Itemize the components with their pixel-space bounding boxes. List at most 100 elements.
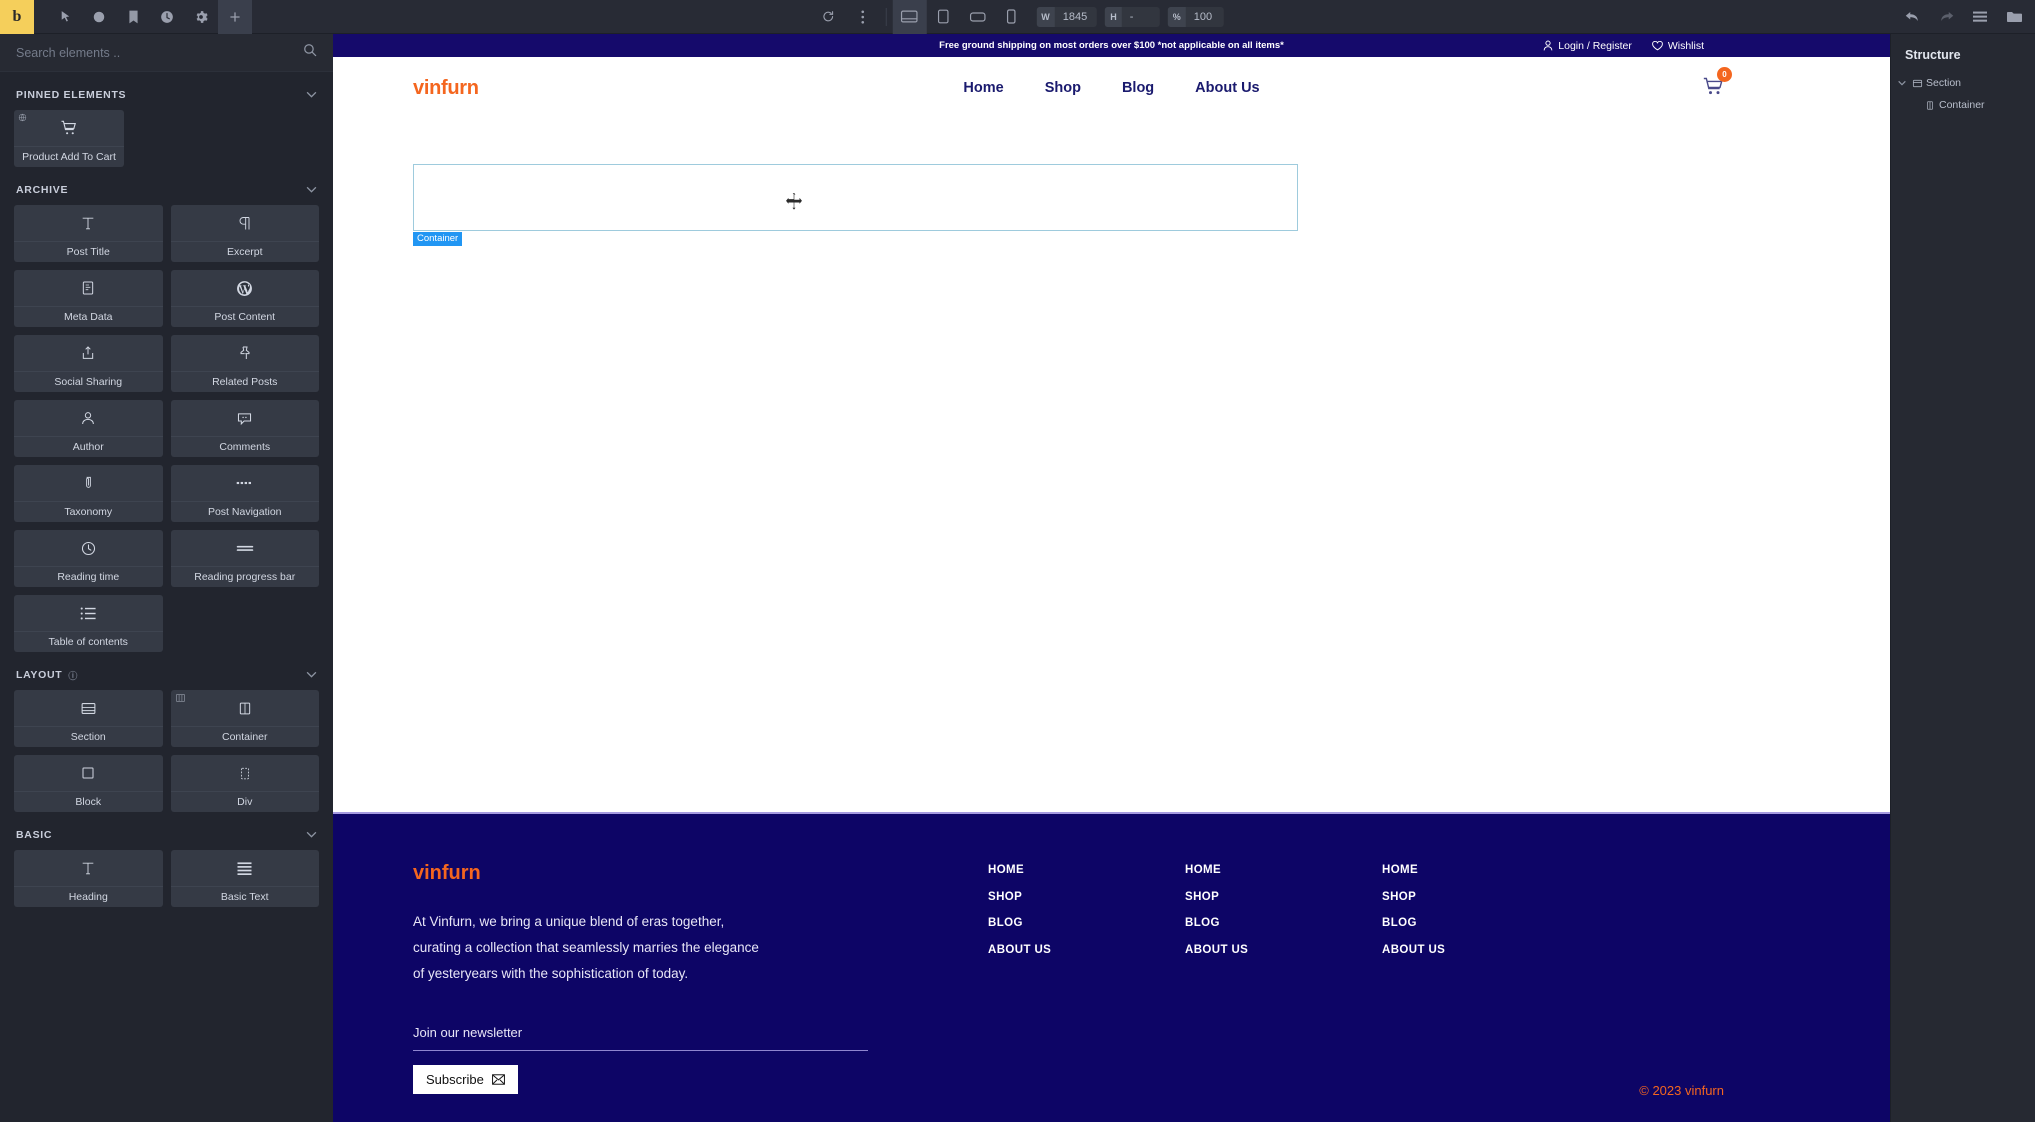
footer-link-home[interactable]: HOME [988, 864, 1185, 876]
canvas-height-field[interactable]: H - [1105, 6, 1160, 27]
element-card[interactable]: Heading [14, 850, 163, 907]
desktop-icon[interactable] [892, 0, 927, 34]
element-card[interactable]: Reading progress bar [170, 530, 319, 587]
nav-link-home[interactable]: Home [963, 80, 1003, 96]
group-header-layout[interactable]: LAYOUT ⓘ [0, 660, 333, 690]
zoom-label: % [1167, 6, 1186, 27]
columns-icon [175, 693, 186, 703]
promo-text: Free ground shipping on most orders over… [939, 40, 1284, 51]
canvas-width-field[interactable]: W 1845 [1036, 6, 1098, 27]
subscribe-button[interactable]: Subscribe [413, 1065, 518, 1094]
refresh-icon[interactable] [811, 0, 845, 34]
nav-link-about-us[interactable]: About Us [1195, 80, 1259, 96]
folder-icon[interactable] [1997, 0, 2031, 34]
redo-icon[interactable] [1929, 0, 1963, 34]
chevron-down-icon[interactable] [306, 184, 317, 196]
footer-column: HOME SHOP BLOG ABOUT US [1382, 862, 1579, 1122]
search-icon[interactable] [303, 43, 317, 62]
element-card[interactable]: Post Content [170, 270, 319, 327]
group-header-pinned[interactable]: PINNED ELEMENTS [0, 80, 333, 110]
element-card[interactable]: Table of contents [14, 595, 163, 652]
site-logo[interactable]: vinfurn [413, 77, 479, 100]
footer-link-home[interactable]: HOME [1185, 864, 1382, 876]
container-icon [170, 690, 319, 727]
tablet-portrait-icon[interactable] [926, 0, 960, 34]
chevron-down-icon[interactable] [306, 669, 317, 681]
search-input[interactable] [16, 45, 303, 60]
wishlist-link[interactable]: Wishlist [1652, 40, 1704, 52]
width-value[interactable]: 1845 [1055, 7, 1097, 27]
chevron-down-icon[interactable] [306, 89, 317, 101]
footer-link-shop[interactable]: SHOP [1185, 891, 1382, 903]
element-label: Author [72, 441, 104, 453]
element-grid-archive: Post Title Excerpt Meta Data Post Content So… [0, 205, 333, 652]
element-card[interactable]: Excerpt [170, 205, 319, 262]
element-label: Excerpt [226, 246, 263, 258]
login-register-label: Login / Register [1558, 39, 1632, 52]
tablet-landscape-icon[interactable] [960, 0, 994, 34]
tree-node-section[interactable]: Section [1891, 72, 2035, 94]
footer-link-blog[interactable]: BLOG [1382, 917, 1579, 929]
newsletter-input[interactable] [413, 1050, 868, 1051]
login-register-link[interactable]: Login / Register [1543, 40, 1632, 52]
nav-link-blog[interactable]: Blog [1122, 80, 1154, 96]
element-card[interactable]: Block [14, 755, 163, 812]
metadata-icon [14, 270, 163, 307]
mobile-icon[interactable] [994, 0, 1028, 34]
element-card[interactable]: Social Sharing [14, 335, 163, 392]
element-card[interactable]: Post Navigation [170, 465, 319, 522]
search-row [0, 34, 333, 72]
lines-icon [170, 850, 319, 887]
footer-link-about-us[interactable]: ABOUT US [1382, 944, 1579, 956]
undo-icon[interactable] [1895, 0, 1929, 34]
element-card[interactable]: Taxonomy [14, 465, 163, 522]
element-card[interactable]: Meta Data [14, 270, 163, 327]
page-canvas[interactable]: Free ground shipping on most orders over… [333, 34, 1890, 1122]
info-icon[interactable]: ⓘ [68, 669, 78, 682]
nav-link-shop[interactable]: Shop [1045, 80, 1081, 96]
footer-link-blog[interactable]: BLOG [1185, 917, 1382, 929]
element-label: Taxonomy [64, 506, 113, 518]
selected-container[interactable] [413, 164, 1298, 231]
element-card[interactable]: Reading time [14, 530, 163, 587]
element-card[interactable]: Section [14, 690, 163, 747]
shopping-cart-icon [14, 110, 124, 147]
cart-button[interactable]: 0 [1702, 66, 1732, 101]
tree-node-container[interactable]: Container [1891, 94, 2035, 116]
gear-icon[interactable] [184, 0, 218, 34]
element-card[interactable]: Container [170, 690, 319, 747]
chevron-down-icon[interactable] [306, 829, 317, 841]
pin-icon [170, 335, 319, 372]
element-card[interactable]: Comments [170, 400, 319, 457]
footer-link-home[interactable]: HOME [1382, 864, 1579, 876]
canvas-zoom-field[interactable]: % 100 [1167, 6, 1224, 27]
footer-link-shop[interactable]: SHOP [1382, 891, 1579, 903]
element-label: Block [75, 796, 102, 808]
group-header-archive[interactable]: ARCHIVE [0, 175, 333, 205]
group-header-basic[interactable]: BASIC [0, 820, 333, 850]
element-card[interactable]: Author [14, 400, 163, 457]
list-icon[interactable] [1963, 0, 1997, 34]
footer-link-about-us[interactable]: ABOUT US [1185, 944, 1382, 956]
zoom-value[interactable]: 100 [1186, 7, 1224, 27]
element-card[interactable]: Post Title [14, 205, 163, 262]
heart-icon [1652, 40, 1663, 50]
footer-link-about-us[interactable]: ABOUT US [988, 944, 1185, 956]
chevron-down-icon[interactable] [1895, 80, 1908, 86]
height-value[interactable]: - [1122, 7, 1160, 27]
element-card[interactable]: Div [170, 755, 319, 812]
element-label: Div [237, 796, 253, 808]
footer-link-blog[interactable]: BLOG [988, 917, 1185, 929]
element-card[interactable]: Product Add To Cart [14, 110, 124, 167]
app-logo[interactable]: b [0, 0, 34, 34]
element-card[interactable]: Related Posts [170, 335, 319, 392]
svg-text:?: ? [97, 12, 102, 21]
book-icon[interactable] [116, 0, 150, 34]
element-card[interactable]: Basic Text [170, 850, 319, 907]
cursor-icon[interactable] [48, 0, 82, 34]
more-vertical-icon[interactable] [845, 0, 879, 34]
history-icon[interactable] [150, 0, 184, 34]
footer-link-shop[interactable]: SHOP [988, 891, 1185, 903]
help-icon[interactable]: ? [82, 0, 116, 34]
add-icon[interactable] [218, 0, 252, 34]
